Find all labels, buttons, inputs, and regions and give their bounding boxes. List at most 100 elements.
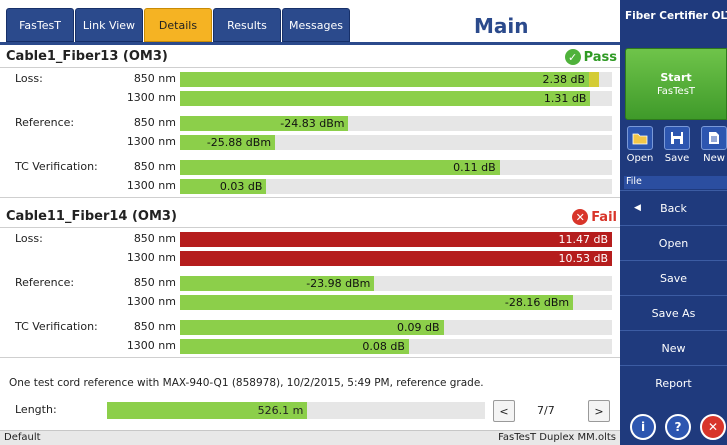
measurement-track: 0.09 dB <box>180 320 612 335</box>
measurement-value: 0.09 dB <box>396 321 440 334</box>
tab-messages[interactable]: Messages <box>282 8 350 42</box>
status-profile: Default <box>4 432 41 443</box>
side-title: Fiber Certifier OLTS <box>625 10 727 22</box>
measurement-row: 1300 nm -28.16 dBm <box>0 294 620 311</box>
menu-save[interactable]: Save <box>620 260 727 295</box>
save-tool-label: Save <box>664 153 690 164</box>
length-value: 526.1 m <box>257 404 304 417</box>
measurement-value: -23.98 dBm <box>306 277 371 290</box>
measurement-label: TC Verification: <box>15 320 98 333</box>
divider <box>0 227 620 228</box>
info-icon[interactable]: i <box>630 414 656 440</box>
open-tool-button[interactable]: Open <box>625 126 655 174</box>
start-fastest-button[interactable]: Start FasTesT <box>625 48 727 120</box>
measurement-bar: -28.16 dBm <box>180 295 574 310</box>
measurement-label: Loss: <box>15 72 43 85</box>
verdict-label: Fail <box>591 209 617 225</box>
reference-note: One test cord reference with MAX-940-Q1 … <box>9 377 484 389</box>
folder-icon <box>627 126 653 150</box>
length-label: Length: <box>15 403 57 416</box>
measurement-row: TC Verification: 850 nm 0.11 dB <box>0 159 620 176</box>
wavelength-label: 1300 nm <box>126 91 176 104</box>
menu-back-label: Back <box>660 201 687 215</box>
open-tool-label: Open <box>626 153 654 164</box>
measurement-bar: 1.31 dB <box>180 91 591 106</box>
measurement-bar: 11.47 dB <box>180 232 612 247</box>
measurement-value: -24.83 dBm <box>280 117 345 130</box>
next-page-button[interactable]: > <box>588 400 610 422</box>
wavelength-label: 850 nm <box>133 276 176 289</box>
x-icon: ✕ <box>572 209 589 225</box>
measurement-value: 10.53 dB <box>558 252 608 265</box>
measurement-bar: -25.88 dBm <box>180 135 276 150</box>
start-sub-label: FasTesT <box>656 86 696 97</box>
verdict-label: Pass <box>583 49 617 65</box>
wavelength-label: 1300 nm <box>126 251 176 264</box>
wavelength-label: 850 nm <box>133 72 176 85</box>
measurement-bar: 0.11 dB <box>180 160 500 175</box>
length-row: Length: 526.1 m < 7/7 > <box>0 400 620 422</box>
divider <box>0 197 620 198</box>
page-indicator: 7/7 <box>537 404 555 417</box>
details-panel: Cable1_Fiber13 (OM3) ✓ Pass Loss: 850 nm 2.38… <box>0 45 620 430</box>
measurement-track: 1.31 dB <box>180 91 612 106</box>
menu-new[interactable]: New <box>620 330 727 365</box>
status-file: FasTesT Duplex MM.olts <box>498 432 616 443</box>
menu-report[interactable]: Report <box>620 365 727 400</box>
wavelength-label: 850 nm <box>133 320 176 333</box>
measurement-value: 2.38 dB <box>542 73 586 86</box>
measurement-label: Reference: <box>15 116 75 129</box>
divider <box>0 357 620 358</box>
wavelength-label: 1300 nm <box>126 179 176 192</box>
measurement-row: 1300 nm 1.31 dB <box>0 90 620 107</box>
close-icon[interactable]: ✕ <box>700 414 726 440</box>
wavelength-label: 1300 nm <box>126 339 176 352</box>
menu-save-label: Save <box>659 271 687 285</box>
measurement-track: 11.47 dB <box>180 232 612 247</box>
back-arrow-icon: ◀ <box>634 203 641 213</box>
document-icon <box>701 126 727 150</box>
measurement-bar: 0.03 dB <box>180 179 267 194</box>
tabs: FasTesT Link View Details Results Messag… <box>6 8 351 42</box>
verdict-badge: ✕ Fail <box>572 209 617 225</box>
help-icon[interactable]: ? <box>665 414 691 440</box>
measurement-value: 1.31 dB <box>543 92 587 105</box>
prev-page-button[interactable]: < <box>493 400 515 422</box>
measurement-track: -23.98 dBm <box>180 276 612 291</box>
measurement-track: -25.88 dBm <box>180 135 612 150</box>
tab-details[interactable]: Details <box>144 8 212 42</box>
page-title: Main <box>474 14 529 38</box>
measurement-row: 1300 nm 10.53 dB <box>0 250 620 267</box>
tab-fastest[interactable]: FasTesT <box>6 8 74 42</box>
length-track: 526.1 m <box>107 402 485 419</box>
measurement-track: 0.08 dB <box>180 339 612 354</box>
measurement-row: 1300 nm 0.08 dB <box>0 338 620 355</box>
measurement-row: Reference: 850 nm -23.98 dBm <box>0 275 620 292</box>
measurement-label: Loss: <box>15 232 43 245</box>
wavelength-label: 1300 nm <box>126 295 176 308</box>
wavelength-label: 850 nm <box>133 116 176 129</box>
measurement-bar: -23.98 dBm <box>180 276 375 291</box>
measurement-label: Reference: <box>15 276 75 289</box>
measurement-row: 1300 nm 0.03 dB <box>0 178 620 195</box>
new-tool-button[interactable]: New <box>699 126 727 174</box>
measurement-value: 0.03 dB <box>219 180 263 193</box>
cable-name: Cable1_Fiber13 (OM3) <box>6 49 168 64</box>
measurement-value: 0.08 dB <box>362 340 405 353</box>
menu-open-label: Open <box>658 236 689 250</box>
check-icon: ✓ <box>564 49 581 65</box>
menu-save-as[interactable]: Save As <box>620 295 727 330</box>
new-tool-label: New <box>703 153 725 164</box>
status-bar: Default FasTesT Duplex MM.olts <box>0 430 620 445</box>
menu-open[interactable]: Open <box>620 225 727 260</box>
verdict-badge: ✓ Pass <box>564 49 617 65</box>
measurement-bar: -24.83 dBm <box>180 116 349 131</box>
menu-back[interactable]: ◀ Back <box>620 190 727 225</box>
tab-results[interactable]: Results <box>213 8 281 42</box>
tab-link-view[interactable]: Link View <box>75 8 143 42</box>
save-tool-button[interactable]: Save <box>662 126 692 174</box>
measurement-bar: 10.53 dB <box>180 251 612 266</box>
measurement-row: TC Verification: 850 nm 0.09 dB <box>0 319 620 336</box>
tab-bar: FasTesT Link View Details Results Messag… <box>0 0 620 45</box>
measurement-row: Loss: 850 nm 2.38 dB <box>0 71 620 88</box>
